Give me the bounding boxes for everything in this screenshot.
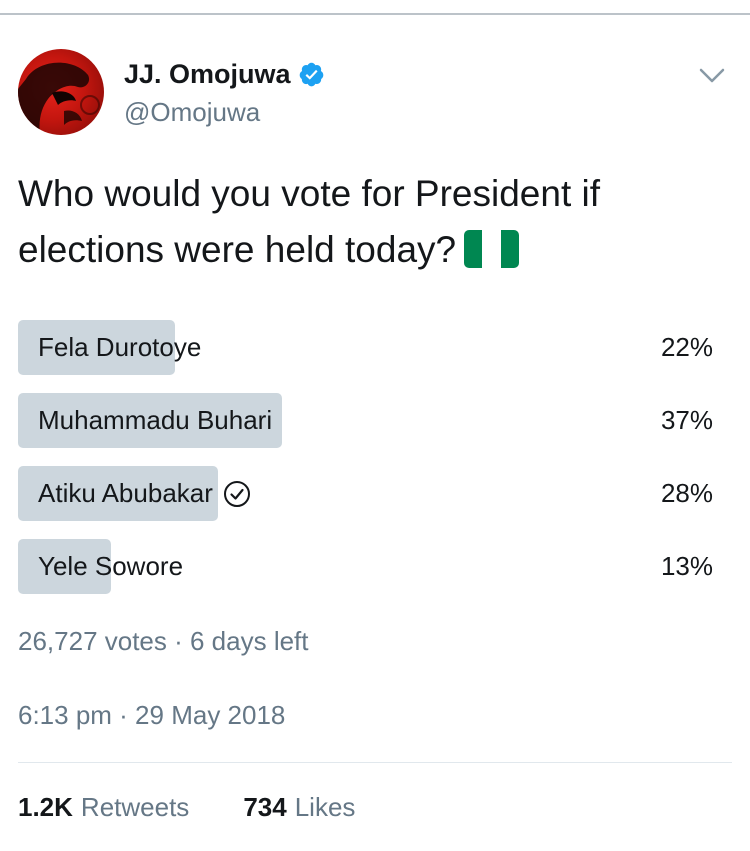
poll-option-percent: 28% [660,478,713,508]
divider [18,762,732,763]
poll-option[interactable]: Yele Sowore 13% [18,539,715,594]
tweet-text: Who would you vote for President if elec… [18,166,718,278]
poll-option-percent: 22% [660,332,713,362]
retweets-count: 1.2K [18,792,73,822]
tweet-timestamp[interactable]: 6:13 pm · 29 May 2018 [18,698,285,732]
avatar-image [18,62,100,135]
likes-label: Likes [294,792,356,822]
poll-option-label: Fela Durotoye [38,332,202,362]
top-divider [0,13,750,15]
author-display-name[interactable]: JJ. Omojuwa [124,58,291,90]
poll-option-label: Atiku Abubakar [38,478,213,508]
poll-meta: 26,727 votes · 6 days left [18,626,309,656]
check-circle-icon [223,480,250,507]
verified-badge-icon [299,62,323,86]
author-name-row[interactable]: JJ. Omojuwa [124,58,325,90]
likes-stat[interactable]: 734 Likes [243,790,355,824]
poll-option[interactable]: Atiku Abubakar 28% [18,466,715,521]
poll-option-label: Muhammadu Buhari [38,405,273,435]
poll-option-label: Yele Sowore [38,551,184,581]
chevron-down-icon[interactable] [697,63,727,87]
poll-option-percent: 13% [660,551,713,581]
poll: Fela Durotoye 22% Muhammadu Buhari 37% A… [18,320,715,612]
nigeria-flag-icon [464,230,520,268]
author-handle[interactable]: @Omojuwa [124,97,260,127]
likes-count: 734 [243,792,287,822]
tweet-stats: 1.2K Retweets 734 Likes [18,790,409,824]
poll-option[interactable]: Muhammadu Buhari 37% [18,393,715,448]
poll-option-percent: 37% [660,405,713,435]
avatar[interactable] [18,49,104,135]
poll-option[interactable]: Fela Durotoye 22% [18,320,715,375]
retweets-stat[interactable]: 1.2K Retweets [18,790,189,824]
retweets-label: Retweets [80,792,190,822]
